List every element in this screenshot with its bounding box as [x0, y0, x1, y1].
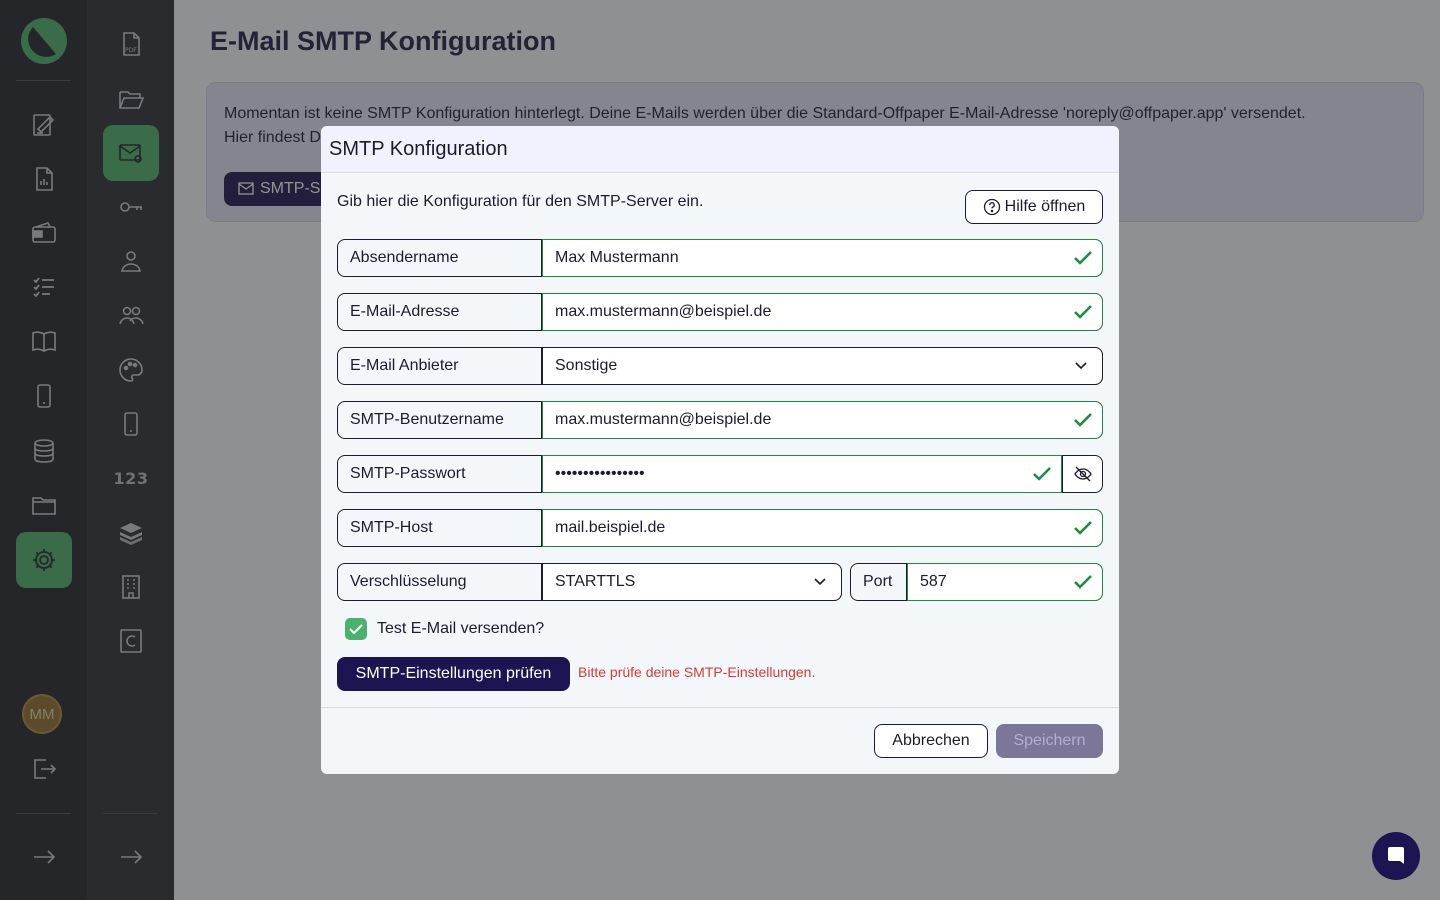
check-smtp-settings-button[interactable]: SMTP-Einstellungen prüfen: [337, 657, 570, 691]
chevron-down-icon: [1075, 362, 1087, 370]
chat-support-button[interactable]: [1372, 832, 1420, 880]
valid-check-icon: [1074, 251, 1092, 265]
question-circle-icon: [983, 198, 1000, 216]
valid-check-icon: [1074, 305, 1092, 319]
save-button[interactable]: Speichern: [996, 724, 1103, 758]
host-value: mail.beispiel.de: [555, 519, 666, 536]
email-value: max.mustermann@beispiel.de: [555, 303, 772, 320]
username-input[interactable]: max.mustermann@beispiel.de: [542, 401, 1103, 439]
host-label: SMTP-Host: [338, 510, 542, 546]
username-value: max.mustermann@beispiel.de: [555, 411, 772, 428]
valid-check-icon: [1074, 521, 1092, 535]
sender-name-label: Absendername: [338, 240, 542, 276]
provider-select[interactable]: Sonstige: [542, 347, 1103, 385]
cancel-button[interactable]: Abbrechen: [874, 724, 988, 758]
port-value: 587: [920, 573, 947, 590]
encryption-value: STARTTLS: [555, 573, 636, 590]
test-email-checkbox[interactable]: [345, 618, 367, 640]
sender-name-value: Max Mustermann: [555, 249, 679, 266]
valid-check-icon: [1074, 575, 1092, 589]
smtp-config-dialog: SMTP Konfiguration Gib hier die Konfigur…: [321, 126, 1119, 774]
password-label: SMTP-Passwort: [338, 456, 542, 492]
dialog-intro: Gib hier die Konfiguration für den SMTP-…: [337, 193, 704, 210]
provider-group: E-Mail Anbieter Sonstige: [337, 347, 1103, 385]
password-input[interactable]: ••••••••••••••••: [542, 455, 1062, 493]
username-group: SMTP-Benutzername max.mustermann@beispie…: [337, 401, 1103, 439]
test-email-label: Test E-Mail versenden?: [377, 620, 545, 637]
chevron-down-icon: [814, 578, 826, 586]
encryption-group: Verschlüsselung STARTTLS: [337, 563, 842, 601]
sender-name-input[interactable]: Max Mustermann: [542, 239, 1103, 277]
host-group: SMTP-Host mail.beispiel.de: [337, 509, 1103, 547]
valid-check-icon: [1033, 467, 1051, 481]
dialog-header: SMTP Konfiguration: [321, 126, 1119, 173]
help-button-label: Hilfe öffnen: [1004, 198, 1086, 215]
email-input[interactable]: max.mustermann@beispiel.de: [542, 293, 1103, 331]
port-group: Port 587: [850, 563, 1103, 601]
encryption-select[interactable]: STARTTLS: [542, 563, 842, 601]
host-input[interactable]: mail.beispiel.de: [542, 509, 1103, 547]
dialog-body: Gib hier die Konfiguration für den SMTP-…: [321, 173, 1119, 708]
password-value: ••••••••••••••••: [555, 465, 645, 482]
toggle-password-visibility-button[interactable]: [1062, 455, 1103, 493]
password-group: SMTP-Passwort ••••••••••••••••: [337, 455, 1103, 493]
chat-bubble-icon: [1388, 847, 1404, 864]
provider-value: Sonstige: [555, 357, 618, 374]
encryption-label: Verschlüsselung: [338, 564, 542, 600]
valid-check-icon: [1074, 413, 1092, 427]
username-label: SMTP-Benutzername: [338, 402, 542, 438]
provider-label: E-Mail Anbieter: [338, 348, 542, 384]
test-email-option: Test E-Mail versenden?: [345, 618, 544, 640]
help-button[interactable]: Hilfe öffnen: [965, 190, 1103, 224]
port-input[interactable]: 587: [907, 563, 1103, 601]
eye-slash-icon: [1074, 466, 1092, 482]
dialog-title: SMTP Konfiguration: [329, 138, 508, 160]
dialog-footer: Abbrechen Speichern: [321, 707, 1119, 774]
email-group: E-Mail-Adresse max.mustermann@beispiel.d…: [337, 293, 1103, 331]
error-message: Bitte prüfe deine SMTP-Einstellungen.: [578, 664, 816, 680]
email-label: E-Mail-Adresse: [338, 294, 542, 330]
port-label: Port: [851, 564, 907, 600]
sender-name-group: Absendername Max Mustermann: [337, 239, 1103, 277]
checkmark-icon: [349, 624, 363, 635]
